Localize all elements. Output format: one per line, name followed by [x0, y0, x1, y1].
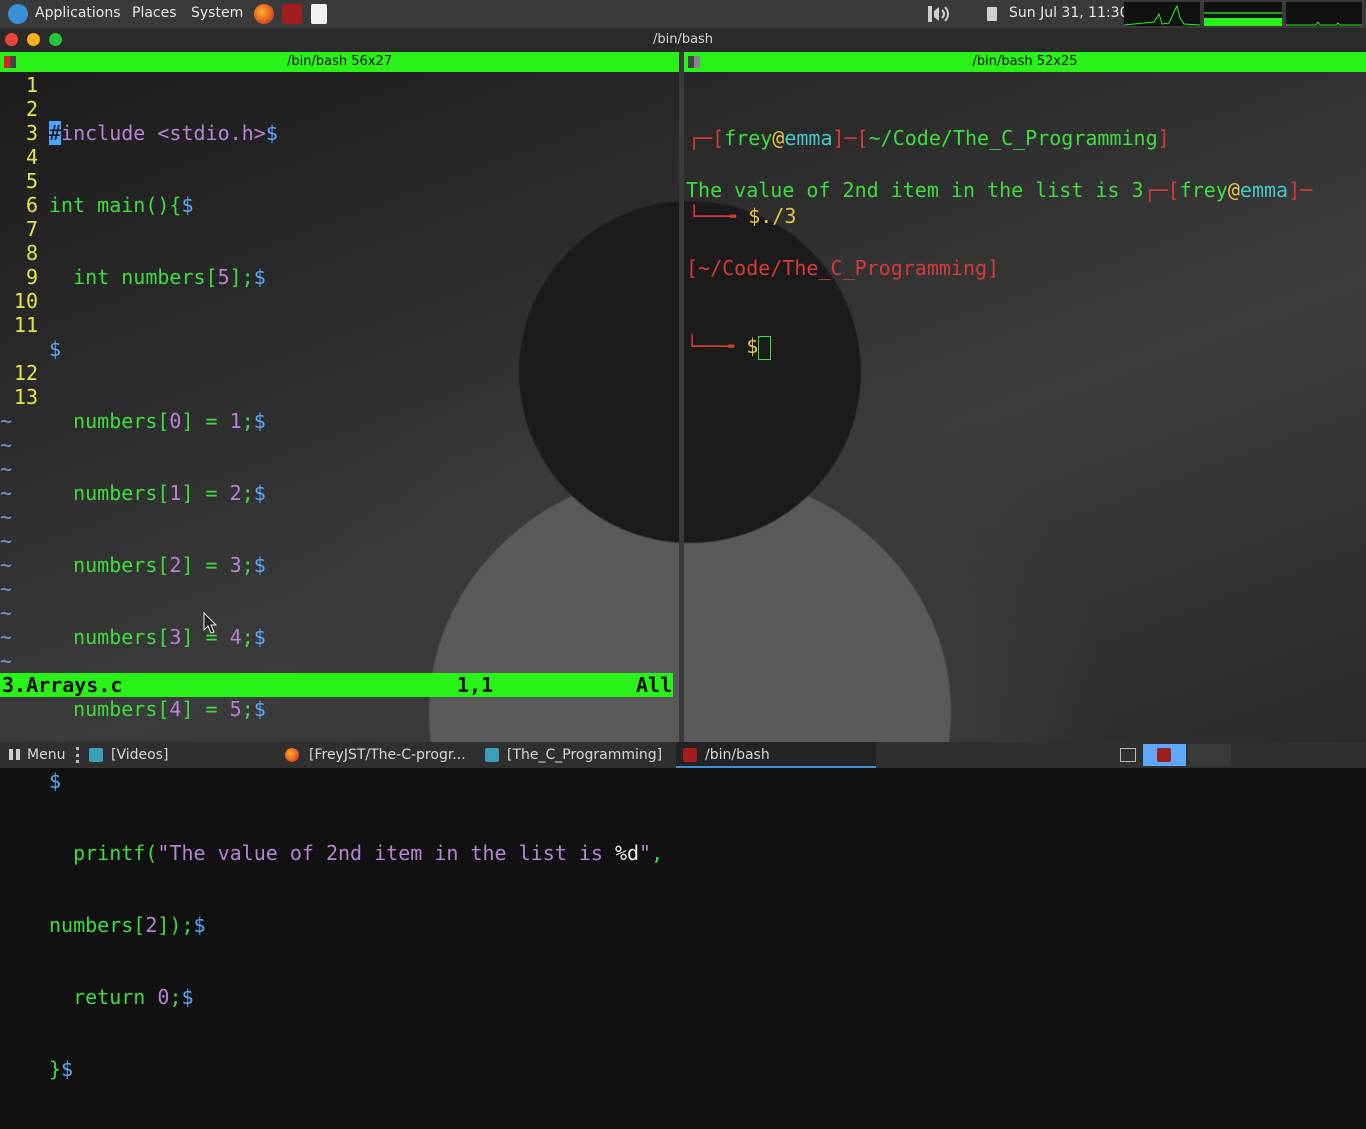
left-pane-title: /bin/bash 56x27 — [286, 54, 392, 69]
minimize-button[interactable] — [27, 33, 40, 46]
code-line: int main(){$ — [49, 193, 194, 217]
code-line: numbers[3] = 4;$ — [73, 625, 266, 649]
battery-icon[interactable] — [987, 7, 997, 21]
memory-monitor-graph — [1204, 2, 1282, 26]
menu-grid-icon[interactable] — [9, 749, 20, 760]
vim-cursor-position: 1,1 — [457, 673, 494, 697]
workspace-switcher-icon[interactable] — [1120, 748, 1136, 762]
pane-divider[interactable] — [679, 52, 684, 742]
taskbar-item-file-manager[interactable]: [The_C_Programming] — [507, 747, 662, 763]
folder-icon — [89, 748, 103, 762]
code-line: printf("The value of 2nd item in the lis… — [73, 841, 664, 865]
code-line-wrap: numbers[2]);$ — [49, 913, 206, 937]
vim-status-line: 3.Arrays.c 1,1 All — [0, 673, 673, 697]
terminal-icon — [683, 748, 697, 762]
menu-button[interactable]: Menu — [27, 747, 65, 763]
output-line: The value of 2nd item in the list is 3┌─… — [686, 178, 1313, 202]
mouse-pointer-icon — [203, 611, 218, 634]
taskbar: Menu [Videos] [FreyJST/The-C-progr... [T… — [0, 742, 1366, 768]
code-line: numbers[2] = 3;$ — [73, 553, 266, 577]
distro-logo-icon[interactable] — [8, 4, 28, 24]
code-line: numbers[1] = 2;$ — [73, 481, 266, 505]
code-line: int numbers[5];$ — [73, 265, 266, 289]
left-pane-header[interactable]: /bin/bash 56x27 — [0, 52, 679, 72]
terminal-cursor — [758, 335, 772, 360]
right-pane-header[interactable]: /bin/bash 52x25 — [684, 52, 1366, 72]
top-panel: Applications Places System Sun Jul 31, 1… — [0, 0, 1366, 28]
code-line: $ — [49, 769, 62, 793]
volume-icon[interactable] — [928, 6, 954, 22]
window-titlebar[interactable]: /bin/bash — [0, 28, 1366, 52]
firefox-launcher-icon[interactable] — [254, 4, 274, 24]
code-line: numbers[4] = 5;$ — [73, 697, 266, 721]
code-line: $ — [49, 337, 62, 361]
taskbar-separator — [76, 747, 82, 763]
terminal-icon — [1157, 748, 1171, 762]
firefox-icon — [285, 748, 299, 762]
network-monitor-graph — [1286, 2, 1362, 26]
places-menu[interactable]: Places — [132, 5, 177, 21]
vim-cursor: # — [49, 121, 62, 145]
taskbar-item-videos[interactable]: [Videos] — [111, 747, 168, 763]
code-line: numbers[0] = 1;$ — [73, 409, 266, 433]
terminal-output[interactable]: The value of 2nd item in the list is 3┌─… — [686, 125, 1312, 412]
code-line: #include <stdio.h>$ — [49, 121, 278, 145]
taskbar-item-terminal[interactable]: /bin/bash — [705, 747, 770, 763]
taskbar-item-browser[interactable]: [FreyJST/The-C-progr... — [309, 747, 466, 763]
window-title: /bin/bash — [652, 32, 714, 47]
system-menu[interactable]: System — [191, 5, 243, 21]
workspace-2[interactable] — [1188, 744, 1231, 766]
wifi-icon[interactable] — [960, 6, 978, 22]
cpu-monitor-graph — [1123, 2, 1201, 26]
vim-scroll-indicator: All — [636, 673, 673, 697]
applications-menu[interactable]: Applications — [35, 5, 121, 21]
right-pane-title: /bin/bash 52x25 — [972, 54, 1078, 69]
vim-filename: 3.Arrays.c — [2, 673, 123, 697]
terminal-launcher-icon[interactable] — [282, 4, 302, 24]
code-line: }$ — [49, 1057, 74, 1081]
command-line: └──╼ $ — [686, 333, 1312, 360]
prompt-path-line: [~/Code/The_C_Programming] — [686, 256, 1000, 280]
code-line: return 0;$ — [73, 985, 194, 1009]
folder-icon — [485, 748, 499, 762]
line-numbers: 1234567891011​1213 — [13, 73, 38, 409]
empty-buffer-lines: ~ ~ ~ ~ ~ ~ ~ ~ ~ ~ ~ — [0, 409, 13, 673]
code-text[interactable]: #include <stdio.h>$ int main(){$ int num… — [49, 73, 663, 1129]
text-editor-launcher-icon[interactable] — [311, 4, 327, 24]
clock[interactable]: Sun Jul 31, 11:30 — [1009, 5, 1129, 21]
maximize-button[interactable] — [49, 33, 62, 46]
close-button[interactable] — [5, 33, 18, 46]
